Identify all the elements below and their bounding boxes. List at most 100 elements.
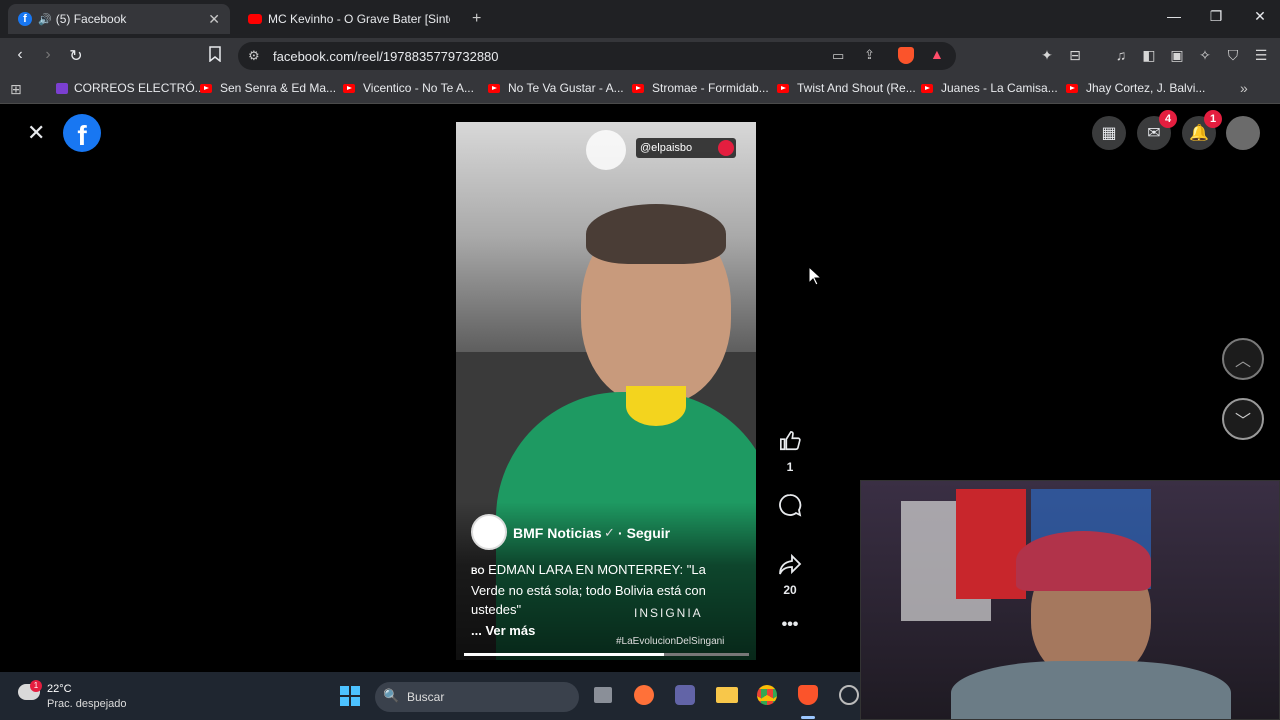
new-tab-button[interactable]: + xyxy=(472,10,481,28)
youtube-icon xyxy=(1066,83,1078,93)
hashtag-text: #LaEvolucionDelSingani xyxy=(616,636,725,647)
minimize-button[interactable]: — xyxy=(1162,8,1186,24)
teams-icon[interactable] xyxy=(675,685,695,705)
firefox-icon[interactable] xyxy=(634,685,654,705)
page-avatar[interactable] xyxy=(471,514,507,550)
menu-grid-icon[interactable]: ▦ xyxy=(1092,116,1126,150)
menu-icon[interactable]: ☰ xyxy=(1252,47,1270,64)
jersey-collar xyxy=(626,386,686,426)
previous-reel-button[interactable]: ︿ xyxy=(1222,338,1264,380)
youtube-icon xyxy=(921,83,933,93)
site-info-icon[interactable]: ⚙ xyxy=(248,48,260,64)
chrome-icon[interactable] xyxy=(757,685,777,705)
search-placeholder: Buscar xyxy=(407,690,445,704)
webcam-overlay xyxy=(860,480,1280,720)
reload-icon[interactable]: ↻ xyxy=(66,46,86,66)
address-bar[interactable]: ⚙ facebook.com/reel/1978835779732880 ▭ ⇪… xyxy=(238,42,956,70)
wallet-icon[interactable]: ▣ xyxy=(1168,47,1186,64)
insignia-logo: INSIGNIA xyxy=(634,606,703,620)
browser-toolbar: ‹ › ↻ ⚙ facebook.com/reel/19788357797328… xyxy=(0,38,1280,74)
app-icon[interactable] xyxy=(839,685,859,705)
globe-icon xyxy=(718,140,734,156)
apps-grid-icon[interactable]: ⊞ xyxy=(10,81,22,98)
brave-icon[interactable] xyxy=(798,685,818,705)
bookmark-item[interactable]: Sen Senra & Ed Ma... xyxy=(200,81,336,95)
share-arrow-icon[interactable] xyxy=(775,553,805,581)
bookmark-item[interactable]: Vicentico - No Te A... xyxy=(343,81,474,95)
red-cap xyxy=(1016,531,1151,591)
youtube-favicon-icon xyxy=(248,14,262,24)
bookmark-item[interactable]: No Te Va Gustar - A... xyxy=(488,81,624,95)
windows-start-icon[interactable] xyxy=(340,686,360,706)
task-view-icon[interactable] xyxy=(594,687,612,703)
mouse-cursor-icon xyxy=(808,265,823,291)
like-icon[interactable] xyxy=(775,430,805,458)
url-text: facebook.com/reel/1978835779732880 xyxy=(273,49,499,64)
video-progress-track[interactable] xyxy=(464,653,749,656)
page-name[interactable]: BMF Noticias xyxy=(513,525,602,541)
file-explorer-icon[interactable] xyxy=(716,687,738,703)
more-bookmarks-icon[interactable]: » xyxy=(1240,80,1248,96)
tab-facebook[interactable]: f 🔊 (5) Facebook ✕ xyxy=(8,4,230,34)
close-tab-icon[interactable]: ✕ xyxy=(208,11,220,28)
bookmark-item[interactable]: Jhay Cortez, J. Balvi... xyxy=(1066,81,1205,95)
bookmark-icon[interactable] xyxy=(205,46,225,67)
leo-ai-icon[interactable]: ✧ xyxy=(1196,47,1214,64)
taskbar-search[interactable]: 🔍 Buscar xyxy=(375,682,579,712)
next-reel-button[interactable]: ﹀ xyxy=(1222,398,1264,440)
bookmark-item[interactable]: Stromae - Formidab... xyxy=(632,81,769,95)
youtube-icon xyxy=(200,83,212,93)
streamer-shirt xyxy=(951,661,1231,719)
weather-badge: 1 xyxy=(30,680,42,692)
media-icon[interactable]: ♫ xyxy=(1112,47,1130,63)
comment-icon[interactable] xyxy=(775,493,805,522)
bookmarks-bar: ⊞ CORREOS ELECTRÓ... Sen Senra & Ed Ma..… xyxy=(0,74,1280,104)
restore-button[interactable]: ❐ xyxy=(1204,8,1228,25)
notifications-badge: 1 xyxy=(1204,110,1222,128)
forward-icon[interactable]: › xyxy=(38,46,58,64)
youtube-icon xyxy=(777,83,789,93)
search-icon: 🔍 xyxy=(383,688,400,703)
bookmark-item[interactable]: CORREOS ELECTRÓ... xyxy=(56,81,205,95)
like-action[interactable]: 1 xyxy=(775,430,805,474)
share-action[interactable]: 20 xyxy=(775,553,805,597)
close-reel-icon[interactable]: ✕ xyxy=(27,120,45,146)
bookmark-item[interactable]: Juanes - La Camisa... xyxy=(921,81,1058,95)
speaker-icon: 🔊 xyxy=(38,13,52,26)
chevron-down-icon: ﹀ xyxy=(1234,413,1251,430)
chevron-up-icon: ︿ xyxy=(1234,353,1251,370)
youtube-icon xyxy=(632,83,644,93)
weather-condition[interactable]: Prac. despejado xyxy=(47,698,127,710)
see-more-link[interactable]: ... Ver más xyxy=(471,623,535,638)
vpn-icon[interactable]: ⛉ xyxy=(1224,47,1242,64)
tab-label: (5) Facebook xyxy=(55,12,127,26)
ceiling-light xyxy=(586,130,626,170)
back-icon[interactable]: ‹ xyxy=(10,46,30,64)
bookmark-item[interactable]: Twist And Shout (Re... xyxy=(777,81,916,95)
tab-strip: f 🔊 (5) Facebook ✕ MC Kevinho - O Grave … xyxy=(0,0,1280,38)
close-window-button[interactable]: ✕ xyxy=(1248,8,1272,25)
reel-video[interactable]: @elpaisbo BMF Noticias ✓ · Seguir BO EDM… xyxy=(456,122,756,660)
share-icon[interactable]: ⇪ xyxy=(864,47,875,63)
tab-youtube[interactable]: MC Kevinho - O Grave Bater [Sintoni xyxy=(238,4,460,34)
share-count: 20 xyxy=(783,583,797,597)
sidebar-icon[interactable]: ◧ xyxy=(1140,47,1158,64)
profile-avatar[interactable] xyxy=(1226,116,1260,150)
extensions-icon[interactable]: ✦ xyxy=(1038,47,1056,64)
tab-label: MC Kevinho - O Grave Bater [Sintoni xyxy=(268,12,450,26)
facebook-logo-icon[interactable]: f xyxy=(63,114,101,152)
youtube-icon xyxy=(343,83,355,93)
brave-rewards-icon[interactable]: ▲ xyxy=(930,46,944,62)
cast-icon[interactable]: ▭ xyxy=(832,48,844,64)
active-app-indicator xyxy=(801,716,815,719)
video-progress-fill xyxy=(464,653,664,656)
mail-icon xyxy=(56,82,68,94)
temperature[interactable]: 22°C xyxy=(47,683,72,695)
watermark-label: @elpaisbo xyxy=(636,138,736,158)
youtube-icon xyxy=(488,83,500,93)
tab-search-icon[interactable]: ⊟ xyxy=(1066,47,1084,64)
brave-shields-icon[interactable] xyxy=(898,47,914,64)
comment-action[interactable] xyxy=(775,493,805,522)
more-options-icon[interactable]: ••• xyxy=(775,616,805,634)
follow-button[interactable]: · Seguir xyxy=(618,525,670,541)
